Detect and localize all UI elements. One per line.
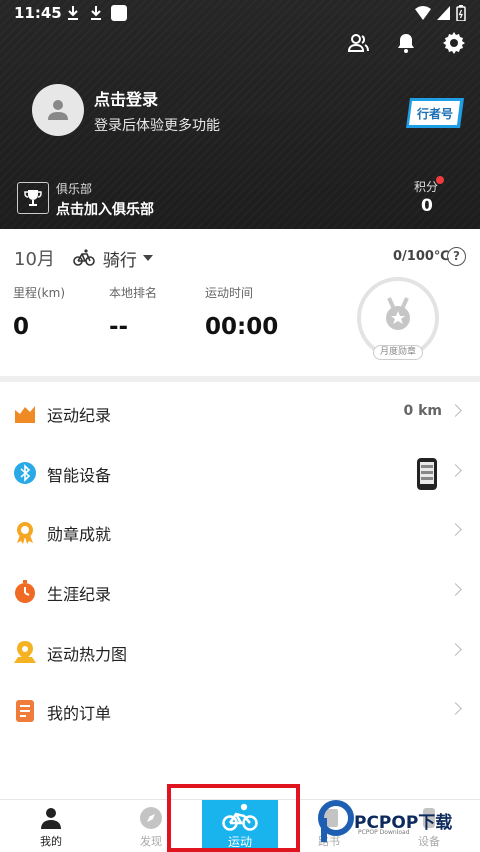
menu-item-career-records[interactable]: 生涯纪录 (0, 563, 480, 621)
download-icon (91, 6, 101, 20)
menu-label: 我的订单 (47, 704, 112, 723)
tab-label: 运动 (227, 835, 252, 849)
points-value: 0 (421, 196, 433, 216)
download-icon (68, 6, 78, 20)
points-notification-dot (436, 176, 444, 184)
login-subtitle: 登录后体验更多功能 (94, 118, 220, 134)
stat-value: 0 (13, 314, 30, 340)
status-time: 11:45 (14, 4, 62, 22)
user-icon (48, 100, 68, 120)
watermark: PCPOP下载 PCPOP Download (318, 800, 480, 846)
month-label[interactable]: 10月 (14, 245, 55, 271)
badge-label: 行者号 (416, 106, 453, 121)
tab-discover[interactable]: 发现 (111, 800, 191, 852)
wifi-icon (415, 6, 431, 20)
dropdown-caret-icon[interactable] (142, 255, 153, 261)
medal-icon (17, 522, 33, 544)
bike-computer-icon (417, 458, 437, 490)
sport-type[interactable]: 骑行 (103, 246, 137, 271)
bicycle-icon (73, 249, 95, 266)
stat-distance: 里程(km) 0 (13, 284, 65, 340)
medal-label: 月度勋章 (373, 345, 423, 360)
menu-item-heatmap[interactable]: 运动热力图 (0, 623, 480, 681)
help-icon[interactable]: ? (447, 247, 466, 266)
menu-value: 0 km (403, 403, 442, 419)
avatar[interactable] (32, 84, 84, 136)
tab-label: 我的 (40, 835, 62, 848)
chevron-right-icon (449, 404, 462, 417)
menu-label: 运动纪录 (47, 406, 112, 425)
stat-time: 运动时间 00:00 (205, 284, 278, 340)
month-sport-selector[interactable]: 10月 骑行 (14, 245, 153, 271)
join-club-link[interactable]: 点击加入俱乐部 (56, 199, 154, 219)
menu-label: 智能设备 (47, 466, 112, 485)
document-icon (16, 700, 34, 722)
stat-rank: 本地排名 -- (109, 284, 157, 340)
app-notification-icon (111, 5, 127, 21)
xingzhe-id-badge[interactable]: 行者号 (404, 96, 466, 130)
stat-value: 00:00 (205, 314, 279, 340)
club-label: 俱乐部 (56, 182, 93, 196)
compass-icon (140, 807, 162, 829)
settings-gear-icon[interactable] (442, 31, 466, 55)
chevron-right-icon (449, 583, 462, 596)
friends-icon[interactable] (346, 31, 370, 55)
stat-label: 里程(km) (13, 286, 66, 300)
tab-profile[interactable]: 我的 (11, 800, 91, 852)
stopwatch-icon (15, 580, 35, 603)
chevron-right-icon (449, 702, 462, 715)
points-label[interactable]: 积分 (414, 178, 438, 195)
menu-item-activity-records[interactable]: 运动纪录 0 km (0, 384, 480, 442)
stat-label: 运动时间 (205, 286, 254, 300)
menu-label: 运动热力图 (47, 645, 128, 664)
pcpop-logo-icon (318, 800, 354, 842)
status-bar: 11:45 (0, 0, 480, 28)
bell-icon[interactable] (394, 31, 418, 55)
map-pin-icon (14, 641, 36, 663)
menu-label: 生涯纪录 (47, 585, 112, 604)
bluetooth-icon (14, 462, 36, 484)
profile-header: 11:45 点击登录 登录后体验更多功能 行者号 俱乐部 点击加入俱乐部 积分 … (0, 0, 480, 229)
menu-item-achievements[interactable]: 勋章成就 (0, 503, 480, 561)
trophy-icon[interactable] (17, 182, 49, 214)
tab-exercise[interactable]: 运动 (202, 800, 278, 852)
menu-item-smart-devices[interactable]: 智能设备 (0, 444, 480, 502)
chevron-right-icon (449, 643, 462, 656)
chevron-right-icon (449, 523, 462, 536)
menu-item-my-orders[interactable]: 我的订单 (0, 682, 480, 740)
chart-icon (15, 406, 35, 423)
user-icon (41, 808, 61, 829)
chevron-right-icon (449, 464, 462, 477)
monthly-goal: 0/100℃ (393, 249, 450, 264)
section-divider (0, 376, 480, 382)
signal-icon (437, 6, 450, 20)
menu-label: 勋章成就 (47, 525, 112, 544)
stat-label: 本地排名 (109, 286, 158, 300)
cyclist-icon (222, 803, 258, 831)
tab-label: 发现 (140, 835, 162, 848)
login-title[interactable]: 点击登录 (94, 86, 158, 110)
watermark-subtext: PCPOP Download (358, 829, 410, 836)
battery-icon (456, 5, 466, 21)
stat-value: -- (109, 314, 129, 340)
